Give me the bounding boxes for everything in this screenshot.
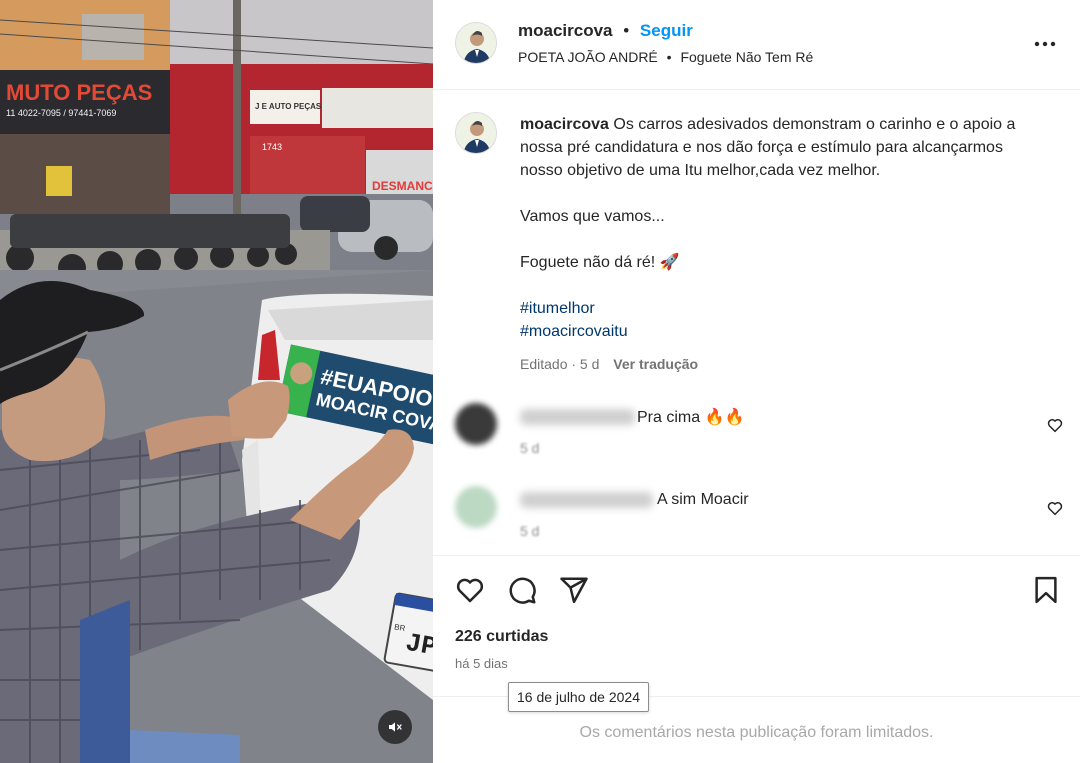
post-timestamp[interactable]: há 5 dias (455, 656, 508, 671)
post-actions-bar (433, 555, 1080, 615)
heart-icon[interactable] (1046, 499, 1064, 517)
comment-text: Pra cima 🔥🔥 (637, 409, 745, 426)
like-heart-icon[interactable] (455, 575, 485, 605)
share-send-icon[interactable] (559, 575, 589, 605)
heart-icon[interactable] (1046, 416, 1064, 434)
caption-line: Vamos que vamos... (520, 208, 665, 225)
edited-label: Editado · 5 d (520, 356, 600, 372)
caption-username[interactable]: moacircova (520, 116, 609, 133)
separator-dot: • (666, 49, 672, 65)
comment-item: Pra cima 🔥🔥 5 d (433, 395, 1080, 465)
see-translation-button[interactable]: Ver tradução (613, 356, 698, 372)
comment-username-blurred[interactable] (520, 409, 635, 425)
shop-sign-text: MUTO PEÇAS (6, 80, 152, 105)
shop-sign3-text: DESMANCHE (372, 179, 433, 193)
hashtag-link[interactable]: #itumelhor (520, 297, 1040, 320)
comment-avatar[interactable] (455, 403, 497, 445)
separator-dot: • (623, 21, 630, 40)
comment-avatar[interactable] (455, 486, 497, 528)
caption-line: Foguete não dá ré! 🚀 (520, 254, 680, 271)
comment-time: 5 d (520, 523, 540, 539)
mute-button[interactable] (378, 710, 412, 744)
audio-link[interactable]: Foguete Não Tem Ré (680, 49, 813, 65)
comments-limited-notice: Os comentários nesta publicação foram li… (579, 724, 934, 741)
likes-count[interactable]: 226 curtidas (455, 628, 548, 646)
comment-time: 5 d (520, 440, 540, 456)
post-caption: moacircova Os carros adesivados demonstr… (520, 113, 1040, 343)
more-options-icon[interactable] (1032, 34, 1058, 54)
shop-sign2-text: J E AUTO PEÇAS (255, 102, 322, 111)
header-title-row: moacircova • Seguir (518, 21, 693, 41)
author-username[interactable]: moacircova (518, 21, 613, 40)
person-icon (456, 113, 496, 153)
author-avatar[interactable] (455, 22, 497, 64)
muted-speaker-icon (389, 722, 402, 732)
save-bookmark-icon[interactable] (1031, 575, 1061, 605)
person-icon (456, 23, 496, 63)
shop-number-text: 1743 (262, 142, 282, 152)
follow-button[interactable]: Seguir (640, 21, 693, 40)
date-tooltip: 16 de julho de 2024 (508, 682, 649, 712)
shop-phone-text: 11 4022-7095 / 97441-7069 (6, 108, 116, 118)
caption-meta: Editado · 5 d Ver tradução (520, 356, 698, 372)
comment-bubble-icon[interactable] (507, 575, 537, 605)
caption-paragraph: moacircova Os carros adesivados demonstr… (520, 113, 1040, 182)
hashtag-link[interactable]: #moacircovaitu (520, 320, 1040, 343)
post-media[interactable]: MUTO PEÇAS 11 4022-7095 / 97441-7069 J E… (0, 0, 433, 763)
location-link[interactable]: POETA JOÃO ANDRÉ (518, 49, 658, 65)
header-subtitle-row: POETA JOÃO ANDRÉ • Foguete Não Tem Ré (518, 49, 813, 65)
plate-text: JP (403, 628, 433, 663)
comment-username-blurred[interactable] (520, 492, 653, 508)
caption-author-avatar[interactable] (455, 112, 497, 154)
post-photo: MUTO PEÇAS 11 4022-7095 / 97441-7069 J E… (0, 0, 433, 763)
post-header: moacircova • Seguir POETA JOÃO ANDRÉ • F… (433, 0, 1080, 90)
comment-item: A sim Moacir 5 d (433, 478, 1080, 548)
comment-text: A sim Moacir (657, 491, 749, 508)
post-details-panel: moacircova • Seguir POETA JOÃO ANDRÉ • F… (433, 0, 1080, 763)
